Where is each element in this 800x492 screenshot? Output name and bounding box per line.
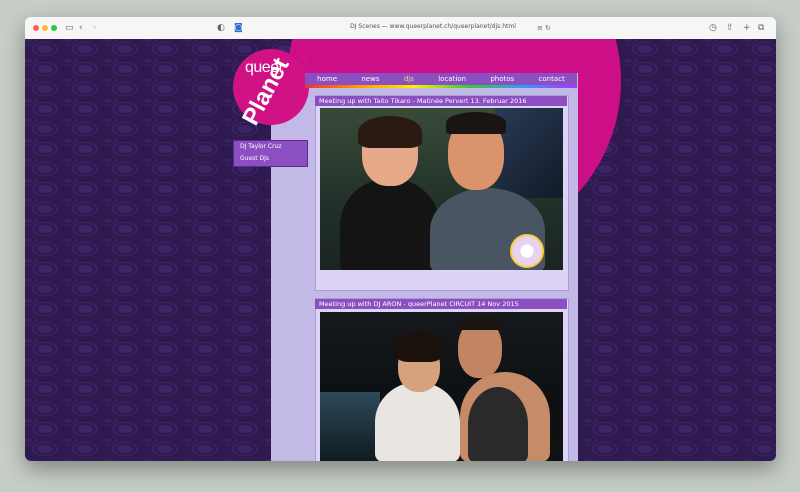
share-icon[interactable]: ⇧ — [726, 22, 734, 34]
nav-contact[interactable]: contact — [539, 75, 565, 83]
sidebar-item-guest-djs[interactable]: Guest DJs — [234, 153, 307, 165]
dj-equipment — [320, 392, 380, 461]
nav-news[interactable]: news — [361, 75, 379, 83]
zoom-window-button[interactable] — [51, 25, 57, 31]
event-logo-sticker — [510, 234, 544, 268]
browser-window: ▭ ‹ › ◐ ◙ DJ Scenes — www.queerplanet.ch… — [25, 17, 776, 461]
logo-dot — [301, 55, 309, 63]
tabs-icon[interactable]: ⧉ — [758, 22, 764, 34]
reader-icon[interactable]: ≡ — [537, 22, 543, 34]
dj-sidebar: DJ Taylor Cruz Guest DJs — [233, 140, 308, 167]
person-left-body — [340, 178, 440, 270]
person-left-hair — [358, 116, 422, 148]
person-right-hair-2 — [458, 316, 502, 330]
new-tab-icon[interactable]: + — [743, 22, 751, 34]
sidebar-icon[interactable]: ▭ — [65, 22, 74, 34]
back-icon[interactable]: ‹ — [79, 22, 83, 34]
title-bar: ▭ ‹ › ◐ ◙ DJ Scenes — www.queerplanet.ch… — [25, 17, 776, 40]
clock-icon[interactable]: ◷ — [709, 22, 717, 34]
shield-icon[interactable]: ◐ — [217, 22, 225, 34]
rainbow-divider — [305, 85, 577, 88]
person-left-hair-2 — [394, 332, 444, 362]
refresh-icon[interactable]: ↻ — [545, 22, 551, 34]
post-photo-2[interactable] — [320, 312, 563, 461]
post-photo-1[interactable] — [320, 108, 563, 270]
address-bar[interactable]: DJ Scenes — www.queerplanet.ch/queerplan… — [313, 23, 553, 30]
forward-icon[interactable]: › — [93, 22, 97, 34]
minimize-window-button[interactable] — [42, 25, 48, 31]
sidebar-item-taylor-cruz[interactable]: DJ Taylor Cruz — [234, 141, 307, 153]
camera-icon[interactable]: ◙ — [234, 22, 243, 34]
nav-location[interactable]: location — [438, 75, 466, 83]
main-nav: home news djs location photos contact — [305, 73, 577, 85]
person-left-shirt — [375, 382, 460, 461]
post-title-1[interactable]: Meeting up with Taito Tikaro - Matinée P… — [315, 96, 567, 106]
nav-photos[interactable]: photos — [490, 75, 514, 83]
post-title-2[interactable]: Meeting up with DJ ARON - queerPlanet CI… — [315, 299, 567, 309]
person-right-hair — [446, 112, 506, 134]
page-viewport: queer Planet home news djs location phot… — [25, 39, 776, 461]
close-window-button[interactable] — [33, 25, 39, 31]
nav-home[interactable]: home — [317, 75, 337, 83]
person-right-tanktop — [468, 387, 528, 461]
nav-djs[interactable]: djs — [404, 75, 414, 83]
